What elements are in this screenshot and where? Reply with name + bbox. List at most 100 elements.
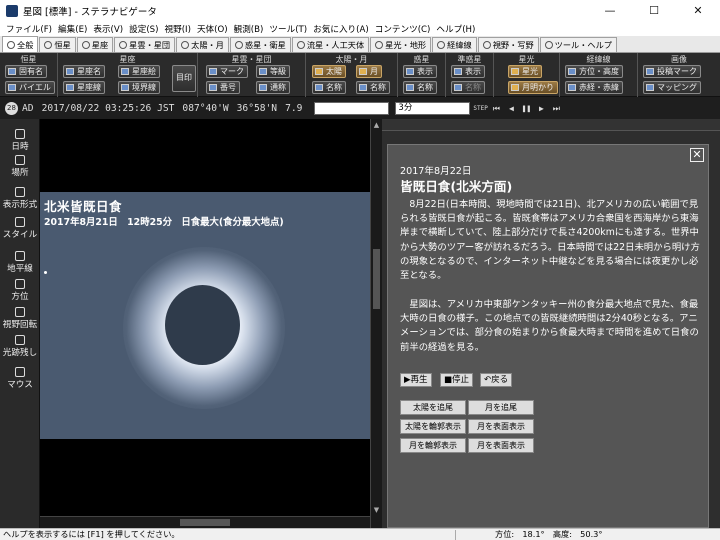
sidebar-item-trail[interactable]: 光跡残し: [0, 335, 40, 358]
nebula-common-name-button[interactable]: 通称: [256, 81, 290, 94]
sidebar-item-datetime[interactable]: 日時: [0, 129, 40, 152]
vertical-scrollbar[interactable]: ▲ ▼: [370, 119, 382, 528]
starlight-button[interactable]: 星光: [508, 65, 542, 78]
constellation-name-button[interactable]: 星座名: [63, 65, 105, 78]
track-moon-button[interactable]: 月を追尾: [468, 400, 534, 415]
tab-planets[interactable]: 惑星・衛星: [229, 37, 291, 52]
nebula-magnitude-button[interactable]: 等級: [256, 65, 290, 78]
sidebar-item-horizon[interactable]: 地平線: [0, 251, 40, 274]
sun-outline-button[interactable]: 太陽を輪郭表示: [400, 419, 466, 434]
group-label: 星座: [119, 55, 136, 64]
tab-tools[interactable]: ツール・ヘルプ: [539, 37, 617, 52]
menu-tools[interactable]: ツール(T): [266, 23, 310, 35]
play-button[interactable]: ▶: [535, 102, 547, 115]
star-map-view[interactable]: 北米皆既日食 2017年8月21日 12時25分 日食最大(食分最大地点): [40, 119, 370, 528]
minimize-button[interactable]: —: [588, 0, 632, 22]
moonlight-button[interactable]: 月明かり: [508, 81, 558, 94]
back-button[interactable]: ↶戻る: [480, 373, 513, 387]
menu-observe[interactable]: 観測(B): [231, 23, 267, 35]
menu-field[interactable]: 視野(I): [162, 23, 194, 35]
maximize-button[interactable]: ☐: [632, 0, 676, 22]
moon-surface-button[interactable]: 月を表面表示: [468, 419, 534, 434]
marker-button[interactable]: 目印: [172, 65, 196, 92]
play-animation-button[interactable]: ▶再生: [400, 373, 432, 387]
tab-general[interactable]: 全般: [2, 36, 39, 52]
tab-grid[interactable]: 経緯線: [432, 37, 477, 52]
dwarf-name-button[interactable]: 名称: [451, 81, 485, 94]
planet-name-button[interactable]: 名称: [403, 81, 437, 94]
dwarf-display-button[interactable]: 表示: [451, 65, 485, 78]
post-mark-button[interactable]: 投稿マーク: [643, 65, 701, 78]
tab-stars[interactable]: 恒星: [39, 37, 76, 52]
step-back-button[interactable]: ◀: [505, 102, 517, 115]
menu-settings[interactable]: 設定(S): [126, 23, 161, 35]
menu-favorites[interactable]: お気に入り(A): [310, 23, 372, 35]
planet-display-button[interactable]: 表示: [403, 65, 437, 78]
alt-az-grid-button[interactable]: 方位・高度: [565, 65, 623, 78]
menu-file[interactable]: ファイル(F): [3, 23, 55, 35]
rewind-button[interactable]: ⏮: [490, 102, 502, 115]
longitude-field[interactable]: 087°40'W: [182, 103, 228, 114]
sidebar-item-direction[interactable]: 方位: [0, 279, 40, 302]
zoom-field[interactable]: 7.9: [285, 103, 302, 114]
sun-name-button[interactable]: 名称: [312, 81, 346, 94]
ra-dec-grid-button[interactable]: 赤経・赤緯: [565, 81, 623, 94]
moon-surface-button-2[interactable]: 月を表面表示: [468, 438, 534, 453]
datetime-field[interactable]: 2017/08/22 03:25:26 JST: [42, 103, 175, 114]
scroll-down-icon[interactable]: ▼: [371, 506, 382, 514]
menu-object[interactable]: 天体(O): [194, 23, 231, 35]
mapping-button[interactable]: マッピング: [643, 81, 701, 94]
tab-field[interactable]: 視野・写野: [477, 37, 539, 52]
group-label: 画像: [671, 55, 687, 64]
fast-forward-button[interactable]: ⏭: [550, 102, 562, 115]
era-label: AD: [22, 102, 34, 114]
boundary-button[interactable]: 境界線: [118, 81, 160, 94]
planet-icon: [234, 41, 243, 49]
field-icon: [482, 41, 491, 49]
moon-outline-button[interactable]: 月を輪郭表示: [400, 438, 466, 453]
map-dark-bottom: [40, 439, 370, 528]
proper-name-button[interactable]: 固有名: [5, 65, 47, 78]
tab-sun-moon[interactable]: 太陽・月: [176, 37, 229, 52]
pause-button[interactable]: ❚❚: [520, 102, 532, 115]
clock-icon: [15, 129, 25, 139]
scroll-thumb[interactable]: [180, 519, 230, 526]
moon-name-button[interactable]: 名称: [356, 81, 390, 94]
moon-button[interactable]: 月: [356, 65, 382, 78]
sidebar-item-rotation[interactable]: 視野回転: [0, 307, 40, 330]
button-label: 星光: [522, 67, 538, 76]
menu-edit[interactable]: 編集(E): [55, 23, 90, 35]
bayer-button[interactable]: バイエル: [5, 81, 55, 94]
tab-constellations[interactable]: 星座: [76, 37, 114, 52]
tab-label: 経緯線: [447, 40, 472, 50]
menu-contents[interactable]: コンテンツ(C): [372, 23, 434, 35]
constellation-line-button[interactable]: 星座線: [63, 81, 105, 94]
constellation-art-button[interactable]: 星座絵: [118, 65, 160, 78]
sidebar-item-style[interactable]: スタイル: [0, 217, 40, 240]
app-icon: [6, 5, 18, 17]
tab-nebulae[interactable]: 星雲・星団: [114, 37, 176, 52]
nebula-number-button[interactable]: 番号: [206, 81, 240, 94]
menu-help[interactable]: ヘルプ(H): [433, 23, 478, 35]
track-sun-button[interactable]: 太陽を追尾: [400, 400, 466, 415]
stop-animation-button[interactable]: ■停止: [440, 373, 474, 387]
button-label: 番号: [220, 83, 236, 92]
close-icon[interactable]: ✕: [690, 148, 704, 162]
menu-view[interactable]: 表示(V): [90, 23, 126, 35]
sidebar-item-display-format[interactable]: 表示形式: [0, 187, 40, 210]
step-dropdown[interactable]: 3分: [395, 101, 471, 115]
horizontal-scrollbar[interactable]: [40, 516, 370, 528]
latitude-field[interactable]: 36°58'N: [237, 103, 277, 114]
close-button[interactable]: ✕: [676, 0, 720, 22]
sidebar-item-mouse[interactable]: マウス: [0, 367, 40, 390]
scroll-thumb[interactable]: [373, 249, 380, 309]
location-dropdown[interactable]: [314, 101, 390, 115]
constellation-icon: [81, 41, 90, 49]
tab-landscape[interactable]: 星光・地形: [370, 37, 432, 52]
sidebar-item-location[interactable]: 場所: [0, 155, 40, 178]
nebula-mark-button[interactable]: マーク: [206, 65, 248, 78]
tab-meteors[interactable]: 流星・人工天体: [291, 37, 370, 52]
sun-button[interactable]: 太陽: [312, 65, 346, 78]
tab-label: 流星・人工天体: [306, 40, 365, 50]
scroll-up-icon[interactable]: ▲: [371, 121, 382, 129]
